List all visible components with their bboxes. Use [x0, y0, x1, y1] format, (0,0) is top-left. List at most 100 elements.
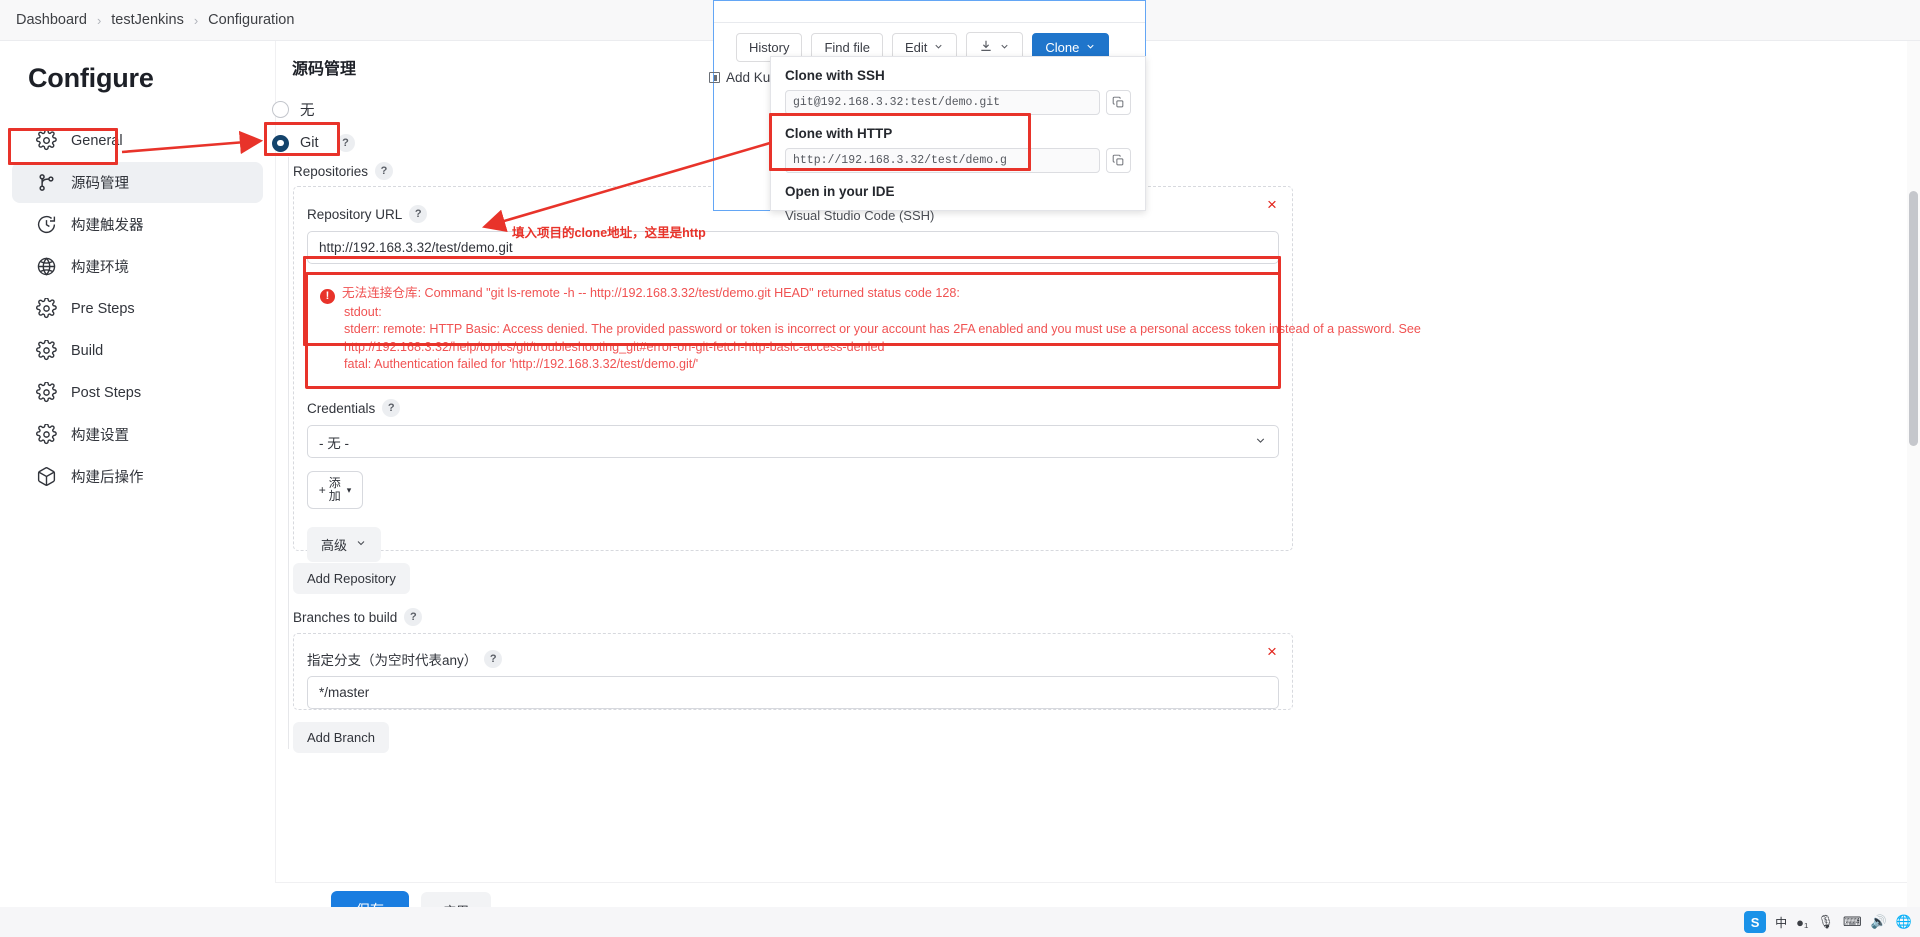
- add-repository-button[interactable]: Add Repository: [293, 563, 410, 594]
- clone-http-title: Clone with HTTP: [785, 126, 893, 141]
- open-in-ide-title: Open in your IDE: [785, 184, 895, 199]
- delete-branch-icon[interactable]: ×: [1264, 643, 1280, 660]
- clone-ssh-field: git@192.168.3.32:test/demo.git: [785, 90, 1131, 115]
- ime-dot-icon[interactable]: ●₁: [1796, 915, 1808, 930]
- clone-http-field: http://192.168.3.32/test/demo.g: [785, 148, 1131, 173]
- repository-block: × Repository URL ? ! 无法连接仓库: Command "git…: [293, 186, 1421, 562]
- error-line-3: stderr: remote: HTTP Basic: Access denie…: [344, 322, 1421, 337]
- add-repository-label: Add Repository: [307, 571, 396, 586]
- download-icon: [979, 39, 993, 56]
- error-line-2: stdout:: [344, 305, 382, 320]
- credentials-select[interactable]: - 无 -: [307, 425, 1279, 458]
- sidebar-item-general[interactable]: General: [12, 120, 263, 161]
- clone-ssh-input[interactable]: git@192.168.3.32:test/demo.git: [785, 90, 1100, 115]
- breadcrumb-item-dashboard[interactable]: Dashboard: [16, 12, 87, 28]
- advanced-button[interactable]: 高级: [307, 527, 382, 562]
- add-branch-label: Add Branch: [307, 730, 375, 745]
- sidebar-item-post-steps[interactable]: Post Steps: [12, 372, 263, 413]
- sidebar-item-label: 构建环境: [71, 260, 129, 276]
- error-line-5: fatal: Authentication failed for 'http:/…: [344, 357, 699, 372]
- page-title: Configure: [28, 63, 154, 93]
- branch-block: × 指定分支（为空时代表any） ?: [293, 633, 1293, 710]
- repository-error-message: ! 无法连接仓库: Command "git ls-remote -h -- ht…: [305, 272, 1421, 389]
- sidebar-item-post-build-actions[interactable]: 构建后操作: [12, 456, 263, 497]
- keyboard-icon[interactable]: ⌨: [1843, 914, 1862, 930]
- annotation-repo-url-note: 填入项目的clone地址，这里是http: [512, 226, 706, 240]
- sidebar-item-build-settings[interactable]: 构建设置: [12, 414, 263, 455]
- chevron-down-icon: [933, 40, 944, 55]
- copy-icon[interactable]: [1106, 148, 1131, 173]
- file-icon: [709, 72, 720, 83]
- radio-none[interactable]: [272, 101, 289, 118]
- repository-url-label: Repository URL ?: [307, 205, 428, 223]
- radio-git[interactable]: [272, 134, 289, 152]
- screen: Dashboard › testJenkins › Configuration …: [0, 0, 1920, 937]
- chevron-down-icon: [1254, 434, 1267, 450]
- clone-http-input[interactable]: http://192.168.3.32/test/demo.g: [785, 148, 1100, 173]
- breadcrumb-separator-icon: ›: [96, 12, 102, 28]
- branch-spec-label-text: 指定分支（为空时代表any）: [307, 653, 478, 668]
- add-branch-button[interactable]: Add Branch: [293, 722, 389, 753]
- chevron-down-icon: [355, 537, 367, 552]
- sidebar-item-build-environment[interactable]: 构建环境: [12, 246, 263, 287]
- help-icon[interactable]: ?: [484, 650, 503, 668]
- scrollbar-thumb[interactable]: [1909, 191, 1918, 446]
- advanced-label: 高级: [321, 538, 348, 553]
- network-icon[interactable]: 🌐: [1896, 914, 1912, 930]
- microphone-icon[interactable]: 🎙: [1817, 914, 1834, 930]
- repository-url-input[interactable]: [307, 231, 1279, 264]
- help-icon[interactable]: ?: [375, 162, 394, 180]
- add-credentials-label: 添加: [328, 476, 341, 503]
- sidebar-item-label: 构建设置: [71, 428, 129, 444]
- scm-option-git-label: Git: [300, 135, 319, 151]
- sidebar-item-build[interactable]: Build: [12, 330, 263, 371]
- speaker-icon[interactable]: 🔊: [1871, 914, 1887, 930]
- globe-icon: [36, 256, 57, 277]
- ide-option-vscode-ssh[interactable]: Visual Studio Code (SSH): [785, 208, 1131, 223]
- branch-spec-input[interactable]: [307, 676, 1279, 709]
- chevron-down-icon: [1085, 40, 1096, 55]
- breadcrumb-separator-icon: ›: [193, 12, 199, 28]
- gear-icon: [36, 130, 57, 151]
- gear-icon: [36, 298, 57, 319]
- clock-icon: [36, 214, 57, 235]
- sidebar-item-build-triggers[interactable]: 构建触发器: [12, 204, 263, 245]
- ime-mode-label[interactable]: 中: [1775, 914, 1787, 931]
- chevron-down-icon: ▾: [346, 484, 352, 495]
- clone-ssh-title: Clone with SSH: [785, 68, 885, 83]
- branches-to-build-label-text: Branches to build: [293, 609, 398, 625]
- clone-dropdown: Clone with SSH git@192.168.3.32:test/dem…: [770, 56, 1146, 223]
- help-icon[interactable]: ?: [382, 399, 401, 417]
- help-icon[interactable]: ?: [336, 134, 355, 152]
- sidebar-item-label: 源码管理: [71, 176, 129, 192]
- error-line-1-rest: Command "git ls-remote -h -- http://192.…: [421, 286, 960, 300]
- sidebar-item-pre-steps[interactable]: Pre Steps: [12, 288, 263, 329]
- repository-url-label-text: Repository URL: [307, 206, 403, 222]
- git-section-rule: [288, 157, 289, 749]
- repositories-label-text: Repositories: [293, 163, 369, 179]
- breadcrumb-item-testjenkins[interactable]: testJenkins: [111, 12, 184, 28]
- add-credentials-button[interactable]: + 添加 ▾: [307, 471, 363, 509]
- sidebar-item-label: Build: [71, 342, 104, 359]
- scm-option-none-label: 无: [300, 103, 315, 119]
- popup-top-divider: [714, 1, 1145, 23]
- branches-to-build-label: Branches to build ?: [293, 608, 423, 626]
- breadcrumb-item-configuration[interactable]: Configuration: [208, 12, 294, 28]
- scm-option-none[interactable]: 无: [272, 99, 315, 120]
- box-icon: [36, 466, 57, 487]
- sidebar-item-scm[interactable]: 源码管理: [12, 162, 263, 203]
- help-icon[interactable]: ?: [409, 205, 428, 223]
- delete-repository-icon[interactable]: ×: [1264, 196, 1280, 213]
- help-icon[interactable]: ?: [404, 608, 423, 626]
- vertical-scrollbar[interactable]: [1907, 41, 1920, 937]
- sidebar-item-label: Pre Steps: [71, 300, 135, 317]
- plus-icon: +: [318, 483, 326, 497]
- credentials-selected-value: - 无 -: [319, 435, 349, 451]
- taskbar: S 中 ●₁ 🎙 ⌨ 🔊 🌐: [0, 907, 1920, 937]
- error-icon: !: [320, 289, 335, 305]
- copy-icon[interactable]: [1106, 90, 1131, 115]
- error-title: 无法连接仓库:: [342, 286, 422, 300]
- gear-icon: [36, 424, 57, 445]
- scm-option-git[interactable]: Git ?: [272, 134, 355, 152]
- ime-logo-icon[interactable]: S: [1744, 911, 1767, 933]
